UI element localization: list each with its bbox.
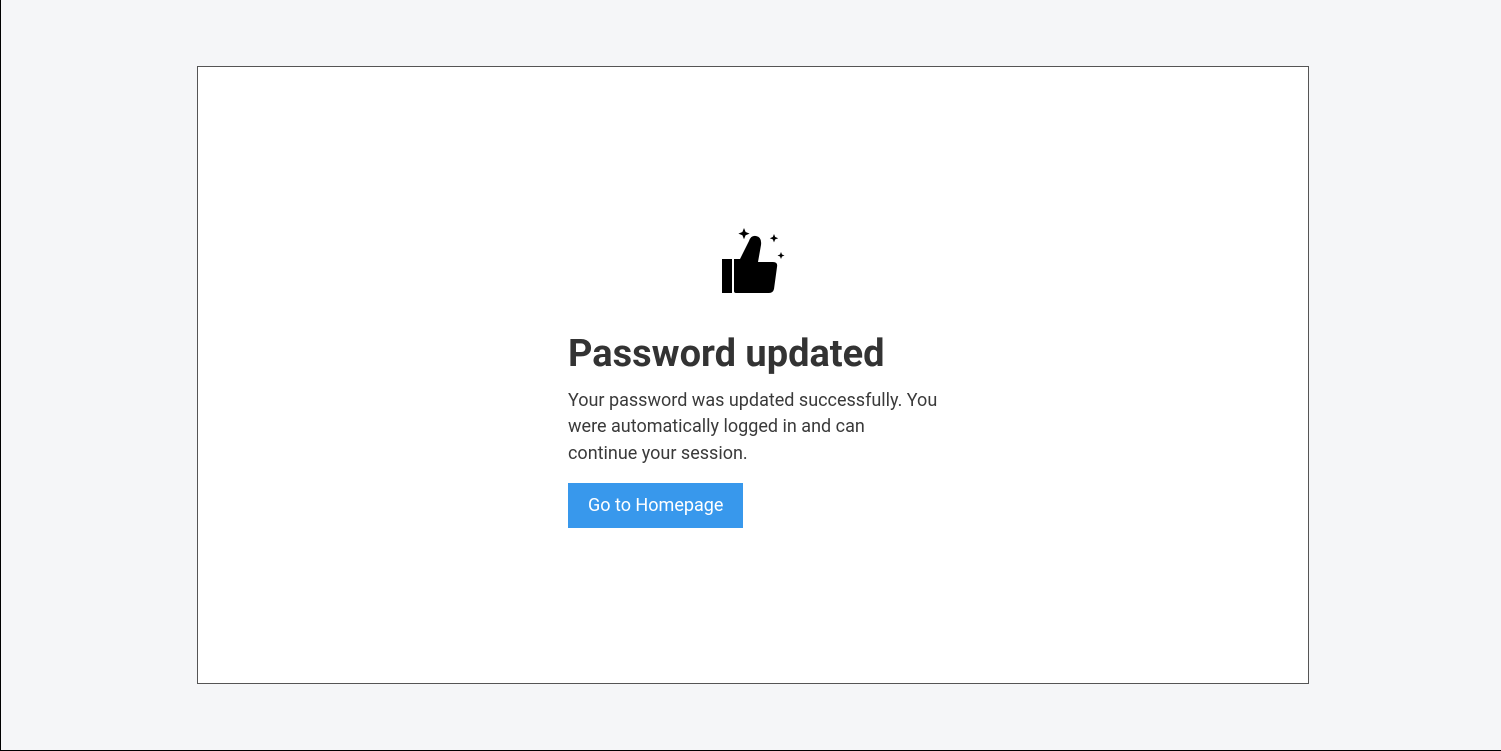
go-to-homepage-button[interactable]: Go to Homepage (568, 483, 743, 528)
page-title: Password updated (568, 332, 885, 376)
content-block: Password updated Your password was updat… (568, 222, 938, 527)
thumbs-up-sparkle-icon (714, 222, 792, 304)
confirmation-card: Password updated Your password was updat… (197, 66, 1309, 684)
description-text: Your password was updated successfully. … (568, 388, 938, 466)
